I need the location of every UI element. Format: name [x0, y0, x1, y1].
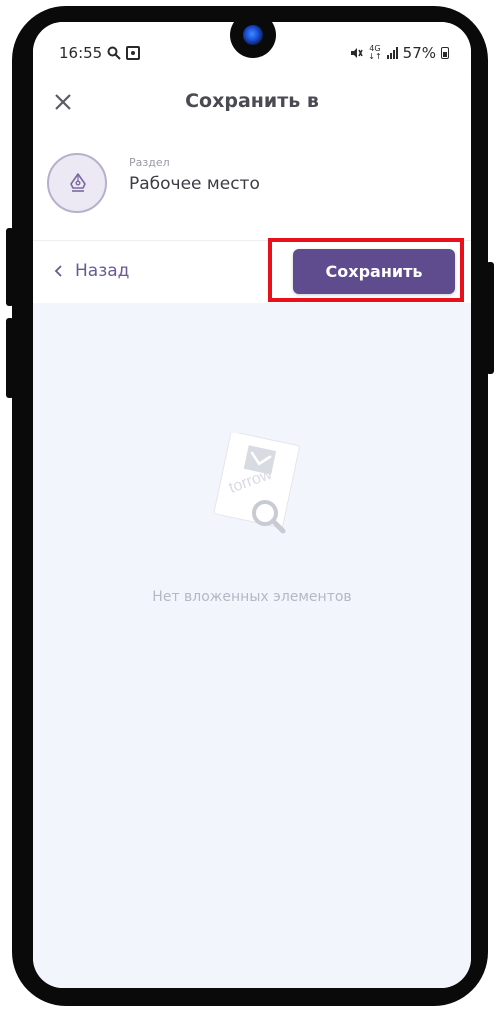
empty-message: Нет вложенных элементов: [152, 589, 352, 605]
battery-percent: 57%: [402, 44, 436, 62]
section-label: Раздел: [129, 156, 170, 169]
app-header: Сохранить в: [33, 78, 471, 126]
signal-icon: [386, 47, 398, 59]
app-screen: 16:55 4G ↓↑ 57% Сохранить в Раздел Рабоч…: [33, 22, 471, 988]
section-value: Рабочее место: [129, 174, 260, 194]
chevron-left-icon: [54, 265, 62, 277]
mute-icon: [351, 48, 363, 58]
back-button[interactable]: Назад: [53, 261, 129, 281]
action-row: Назад Сохранить: [33, 238, 471, 303]
battery-icon: [441, 47, 449, 59]
section-selector[interactable]: Раздел Рабочее место: [33, 126, 471, 240]
gallery-icon: [126, 46, 141, 60]
empty-state: torrow Нет вложенных элементов: [33, 303, 471, 988]
side-button-right: [486, 262, 494, 374]
data-arrows-icon: ↓↑: [368, 52, 382, 61]
status-left: 16:55: [59, 44, 141, 62]
status-time: 16:55: [59, 44, 103, 62]
search-icon: [107, 46, 121, 60]
status-right: 4G ↓↑ 57%: [349, 44, 449, 62]
empty-folder-illustration: torrow: [213, 433, 300, 534]
workspace-pen-icon: [70, 173, 86, 192]
power-button-left: [6, 318, 14, 398]
volume-button: [6, 228, 14, 306]
section-avatar: [47, 153, 107, 213]
network-indicator: 4G ↓↑: [368, 45, 381, 61]
save-button[interactable]: Сохранить: [293, 249, 455, 294]
back-label: Назад: [75, 261, 130, 281]
camera-lens: [243, 25, 263, 45]
front-camera: [230, 12, 276, 58]
page-title: Сохранить в: [185, 90, 319, 112]
